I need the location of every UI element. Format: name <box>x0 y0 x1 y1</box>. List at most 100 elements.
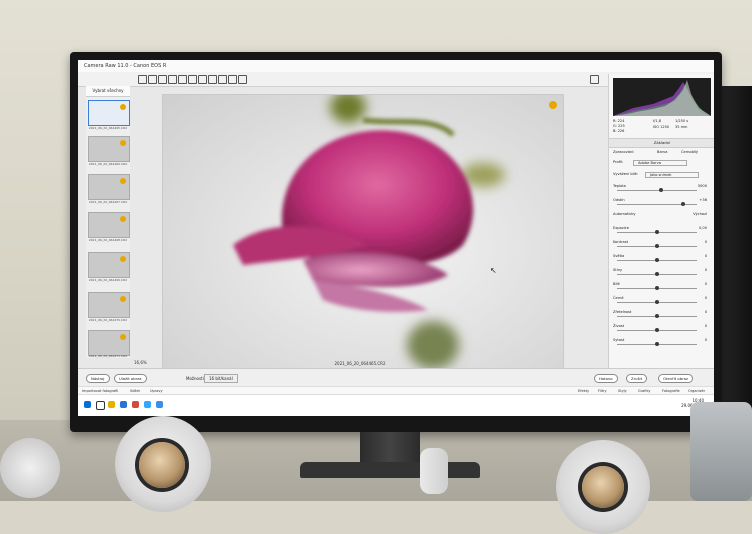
slider-label: Odstín <box>613 198 625 202</box>
slider-track[interactable] <box>617 202 697 206</box>
bw-radio[interactable]: Černobílý <box>681 150 698 154</box>
slider-value[interactable]: 0 <box>705 324 707 328</box>
crop-icon[interactable] <box>168 75 177 84</box>
start-icon[interactable] <box>84 401 91 408</box>
folder-icon[interactable] <box>108 401 115 408</box>
slider-track[interactable] <box>617 314 697 318</box>
mail-icon[interactable] <box>120 401 127 408</box>
app-item[interactable]: Importovat fotografii <box>82 389 118 393</box>
thumbnail-label: 2021_06_20_064468.CR2 <box>88 238 128 242</box>
slider-row: Automaticky Výchozí <box>613 212 711 219</box>
slider-knob[interactable] <box>655 300 659 304</box>
shutter-value: 1/250 s <box>675 119 689 123</box>
speaker-cone <box>582 466 624 508</box>
thumbnail-label: 2021_06_20_064466.CR2 <box>88 162 128 166</box>
search-icon[interactable] <box>96 401 105 410</box>
photoshop-icon[interactable] <box>144 401 151 408</box>
slider-knob[interactable] <box>655 230 659 234</box>
chrome-icon[interactable] <box>132 401 139 408</box>
trash-icon[interactable] <box>238 75 247 84</box>
done-button[interactable]: Hotovo <box>594 374 618 383</box>
warning-icon <box>120 140 126 146</box>
zoom-tool-icon[interactable] <box>138 75 147 84</box>
app-item[interactable]: Sdílet <box>130 389 140 393</box>
slider-value[interactable]: Výchozí <box>693 212 707 216</box>
hand-tool-icon[interactable] <box>148 75 157 84</box>
thumbnail[interactable] <box>88 292 130 318</box>
thumbnail[interactable] <box>88 136 130 162</box>
rose-photo <box>163 95 563 370</box>
slider-track[interactable] <box>617 188 697 192</box>
color-radio[interactable]: Barva <box>657 150 667 154</box>
slider-track[interactable] <box>617 300 697 304</box>
slider-value[interactable]: 0 <box>705 240 707 244</box>
tool-button[interactable]: Nástroj <box>86 374 110 383</box>
spot-removal-icon[interactable] <box>188 75 197 84</box>
blue-value: B: 226 <box>613 129 625 133</box>
slider-knob[interactable] <box>655 258 659 262</box>
open-image-button[interactable]: Otevřít obraz <box>658 374 693 383</box>
windows-taskbar: 10:40 29.06.2021 <box>78 394 714 416</box>
slider-knob[interactable] <box>655 314 659 318</box>
app-item[interactable]: Organizér <box>688 389 705 393</box>
slider-track[interactable] <box>617 272 697 276</box>
thumbnail-label: 2021_06_20_064469.CR2 <box>88 278 128 282</box>
app-icon[interactable] <box>156 401 163 408</box>
slider-track[interactable] <box>617 258 697 262</box>
app-item[interactable]: Styly <box>618 389 627 393</box>
treatment-label: Zpracování: <box>613 150 635 154</box>
open-dialog-icon[interactable] <box>590 75 599 84</box>
slider-knob[interactable] <box>655 286 659 290</box>
app-item[interactable]: Efekty <box>578 389 589 393</box>
slider-value[interactable]: 0 <box>705 282 707 286</box>
slider-track[interactable] <box>617 230 697 234</box>
save-image-button[interactable]: Uložit obraz <box>114 374 147 383</box>
bottom-bar: Nástroj Uložit obraz Možnosti 16 bit/kan… <box>78 368 714 387</box>
eyedropper-icon[interactable] <box>158 75 167 84</box>
cancel-button[interactable]: Zrušit <box>626 374 648 383</box>
image-preview[interactable] <box>162 94 564 371</box>
slider-value[interactable]: 0 <box>705 310 707 314</box>
rotate-left-icon[interactable] <box>218 75 227 84</box>
thumbnail[interactable] <box>88 212 130 238</box>
slider-knob[interactable] <box>655 244 659 248</box>
workflow-dropdown[interactable]: 16 bit/kanál <box>204 374 238 383</box>
thumbnail[interactable] <box>88 174 130 200</box>
slider-knob[interactable] <box>680 202 685 206</box>
red-value: R: 224 <box>613 119 625 123</box>
brush-icon[interactable] <box>208 75 217 84</box>
thumbnail[interactable] <box>88 330 130 356</box>
slider-value[interactable]: 0 <box>705 338 707 342</box>
slider-value[interactable]: 5000 <box>698 184 707 188</box>
wb-dropdown[interactable]: Jako snímek <box>645 172 699 178</box>
redeye-icon[interactable] <box>198 75 207 84</box>
app-item[interactable]: Fotografie <box>662 389 680 393</box>
straighten-icon[interactable] <box>178 75 187 84</box>
treatment-row: Zpracování: Barva Černobílý <box>613 150 711 157</box>
slider-knob[interactable] <box>655 328 659 332</box>
slider-track[interactable] <box>617 342 697 346</box>
rotate-right-icon[interactable] <box>228 75 237 84</box>
slider-label: Teplota <box>613 184 626 188</box>
slider-knob[interactable] <box>655 272 659 276</box>
thumbnail[interactable] <box>88 100 130 126</box>
focal-value: 35 mm <box>675 125 688 129</box>
app-item[interactable]: Grafiky <box>638 389 650 393</box>
thumbnail[interactable] <box>88 252 130 278</box>
tablet <box>690 402 752 501</box>
slider-value[interactable]: 0 <box>705 296 707 300</box>
slider-knob[interactable] <box>655 342 659 346</box>
select-all-button[interactable]: Vybrat všechny <box>86 86 130 97</box>
slider-value[interactable]: +36 <box>699 198 707 202</box>
slider-value[interactable]: 0 <box>705 268 707 272</box>
slider-knob[interactable] <box>659 188 663 192</box>
app-item[interactable]: Úpravy <box>150 389 163 393</box>
slider-track[interactable] <box>617 244 697 248</box>
slider-value[interactable]: 0 <box>705 254 707 258</box>
profile-dropdown[interactable]: Adobe Barva <box>633 160 687 166</box>
slider-value[interactable]: 0,00 <box>699 226 707 230</box>
filmstrip: Vybrat všechny 2021_06_20_064465.CR2 202… <box>86 86 130 358</box>
slider-track[interactable] <box>617 328 697 332</box>
slider-track[interactable] <box>617 286 697 290</box>
app-item[interactable]: Filtry <box>598 389 607 393</box>
